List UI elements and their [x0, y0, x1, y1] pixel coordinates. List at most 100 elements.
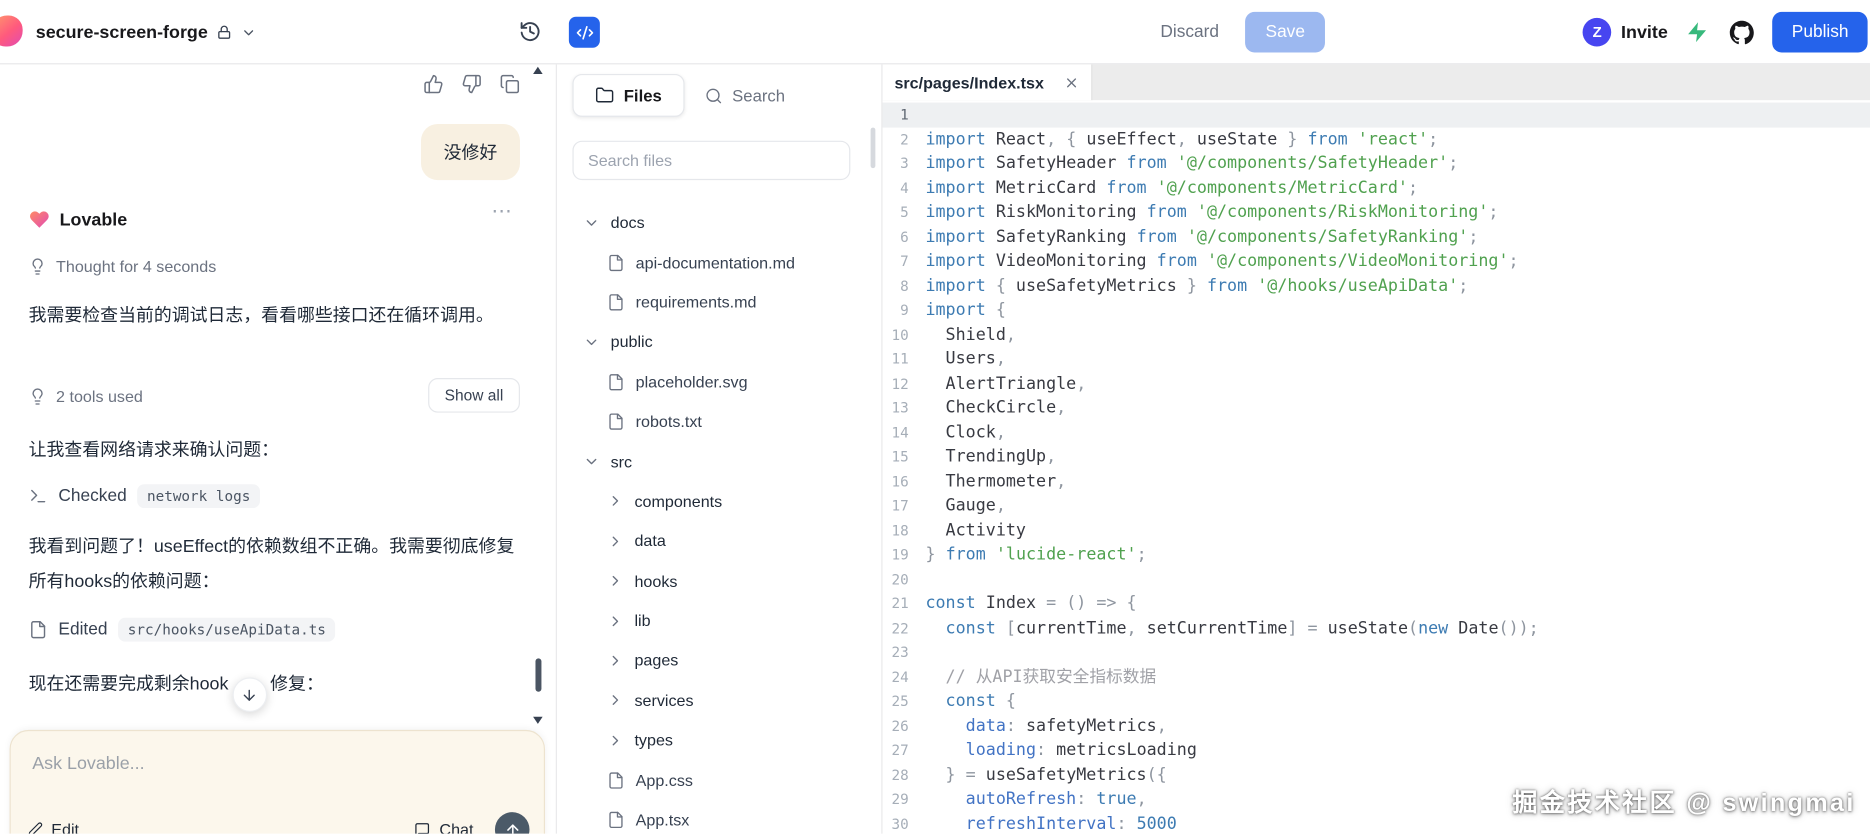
thought-row[interactable]: Thought for 4 seconds	[29, 258, 217, 276]
tab-files[interactable]: Files	[572, 74, 684, 117]
thumbs-up-icon	[423, 74, 443, 94]
code-line-4[interactable]: 4import MetricCard from '@/components/Me…	[883, 176, 1870, 200]
tree-file-api-documentation.md[interactable]: api-documentation.md	[557, 243, 881, 283]
github-button[interactable]	[1727, 17, 1757, 47]
code-text: Shield,	[909, 323, 1016, 347]
code-line-26[interactable]: 26 data: safetyMetrics,	[883, 714, 1870, 738]
ask-lovable-input[interactable]: Ask Lovable...	[32, 754, 509, 774]
code-line-25[interactable]: 25 const {	[883, 689, 1870, 713]
code-line-15[interactable]: 15 TrendingUp,	[883, 445, 1870, 469]
discard-button[interactable]: Discard	[1146, 14, 1233, 50]
line-number: 9	[883, 298, 909, 322]
file-icon	[607, 254, 625, 272]
line-number: 27	[883, 738, 909, 762]
line-number: 18	[883, 518, 909, 542]
tree-folder-services[interactable]: services	[557, 681, 881, 721]
tree-file-placeholder.svg[interactable]: placeholder.svg	[557, 362, 881, 402]
code-line-5[interactable]: 5import RiskMonitoring from '@/component…	[883, 200, 1870, 224]
send-button[interactable]	[495, 812, 530, 833]
tree-folder-components[interactable]: components	[557, 481, 881, 521]
editor-tabbar: src/pages/Index.tsx	[883, 64, 1870, 100]
tree-folder-hooks[interactable]: hooks	[557, 561, 881, 601]
integration-button[interactable]	[1683, 18, 1712, 47]
code-line-11[interactable]: 11 Users,	[883, 347, 1870, 371]
github-icon	[1730, 20, 1755, 45]
tree-file-requirements.md[interactable]: requirements.md	[557, 282, 881, 322]
code-line-14[interactable]: 14 Clock,	[883, 420, 1870, 444]
file-icon	[607, 373, 625, 391]
thumbs-down-button[interactable]	[462, 74, 482, 94]
code-line-3[interactable]: 3import SafetyHeader from '@/components/…	[883, 151, 1870, 175]
files-scrollbar[interactable]	[871, 128, 876, 169]
tab-search[interactable]: Search	[687, 74, 803, 117]
code-line-16[interactable]: 16 Thermometer,	[883, 469, 1870, 493]
tree-file-App.css[interactable]: App.css	[557, 760, 881, 800]
explorer-tabs: Files Search	[572, 74, 802, 117]
tree-folder-pages[interactable]: pages	[557, 641, 881, 681]
code-line-22[interactable]: 22 const [currentTime, setCurrentTime] =…	[883, 616, 1870, 640]
tree-file-robots.txt[interactable]: robots.txt	[557, 402, 881, 442]
copy-button[interactable]	[500, 74, 520, 94]
code-line-23[interactable]: 23	[883, 640, 1870, 664]
code-line-18[interactable]: 18 Activity	[883, 518, 1870, 542]
chat-scroll-up-arrow[interactable]	[533, 67, 543, 74]
save-button[interactable]: Save	[1245, 12, 1325, 53]
code-line-2[interactable]: 2import React, { useEffect, useState } f…	[883, 127, 1870, 151]
line-number: 3	[883, 151, 909, 175]
tree-label: placeholder.svg	[636, 373, 748, 391]
code-lines[interactable]: 12import React, { useEffect, useState } …	[883, 100, 1870, 833]
edited-tool-row[interactable]: Edited src/hooks/useApiData.ts	[29, 618, 336, 642]
code-line-21[interactable]: 21const Index = () => {	[883, 592, 1870, 616]
chat-input-box[interactable]: Ask Lovable... Edit Chat	[10, 730, 545, 834]
code-line-20[interactable]: 20	[883, 567, 1870, 591]
zap-icon	[1686, 20, 1710, 44]
message-menu-button[interactable]: ⋯	[491, 200, 512, 224]
code-line-9[interactable]: 9import {	[883, 298, 1870, 322]
editor-tab[interactable]: src/pages/Index.tsx	[883, 64, 1093, 100]
code-line-6[interactable]: 6import SafetyRanking from '@/components…	[883, 225, 1870, 249]
save-discard-group: Discard Save	[1146, 12, 1325, 53]
code-text: Gauge,	[909, 494, 1006, 518]
lovable-logo[interactable]	[0, 16, 23, 47]
checked-tool-row[interactable]: Checked network logs	[29, 484, 260, 508]
code-line-13[interactable]: 13 CheckCircle,	[883, 396, 1870, 420]
history-button[interactable]	[519, 20, 542, 43]
code-text: } = useSafetyMetrics({	[909, 763, 1167, 787]
code-view-toggle[interactable]	[569, 17, 600, 48]
tree-folder-public[interactable]: public	[557, 322, 881, 362]
lock-icon	[217, 25, 231, 39]
tree-folder-lib[interactable]: lib	[557, 601, 881, 641]
edit-mode-button[interactable]: Edit	[27, 821, 79, 834]
code-line-12[interactable]: 12 AlertTriangle,	[883, 371, 1870, 395]
tree-file-App.tsx[interactable]: App.tsx	[557, 800, 881, 834]
edit-label: Edit	[51, 821, 79, 834]
project-menu[interactable]: secure-screen-forge	[36, 0, 257, 64]
tree-folder-docs[interactable]: docs	[557, 203, 881, 243]
scroll-to-bottom-button[interactable]	[232, 677, 267, 712]
chat-scrollbar[interactable]	[535, 658, 541, 691]
code-line-17[interactable]: 17 Gauge,	[883, 494, 1870, 518]
code-text: } from 'lucide-react';	[909, 543, 1147, 567]
code-line-7[interactable]: 7import VideoMonitoring from '@/componen…	[883, 249, 1870, 273]
line-number: 26	[883, 714, 909, 738]
search-icon	[705, 86, 723, 104]
tree-folder-src[interactable]: src	[557, 442, 881, 482]
invite-button[interactable]: Z Invite	[1583, 18, 1668, 47]
chat-mode-button[interactable]: Chat	[414, 821, 473, 834]
tree-folder-types[interactable]: types	[557, 720, 881, 760]
code-text: import SafetyHeader from '@/components/S…	[909, 151, 1459, 175]
tab-close-button[interactable]	[1064, 75, 1080, 91]
thumbs-up-button[interactable]	[423, 74, 443, 94]
show-all-button[interactable]: Show all	[428, 378, 520, 413]
code-line-10[interactable]: 10 Shield,	[883, 323, 1870, 347]
chat-scroll-down-arrow[interactable]	[533, 717, 543, 724]
code-line-8[interactable]: 8import { useSafetyMetrics } from '@/hoo…	[883, 274, 1870, 298]
tree-folder-data[interactable]: data	[557, 521, 881, 561]
code-line-19[interactable]: 19} from 'lucide-react';	[883, 543, 1870, 567]
code-line-1[interactable]: 1	[883, 103, 1870, 127]
code-line-24[interactable]: 24 // 从API获取安全指标数据	[883, 665, 1870, 689]
publish-button[interactable]: Publish	[1773, 12, 1868, 53]
line-number: 23	[883, 640, 909, 664]
code-line-27[interactable]: 27 loading: metricsLoading	[883, 738, 1870, 762]
file-search-input[interactable]	[572, 141, 850, 180]
